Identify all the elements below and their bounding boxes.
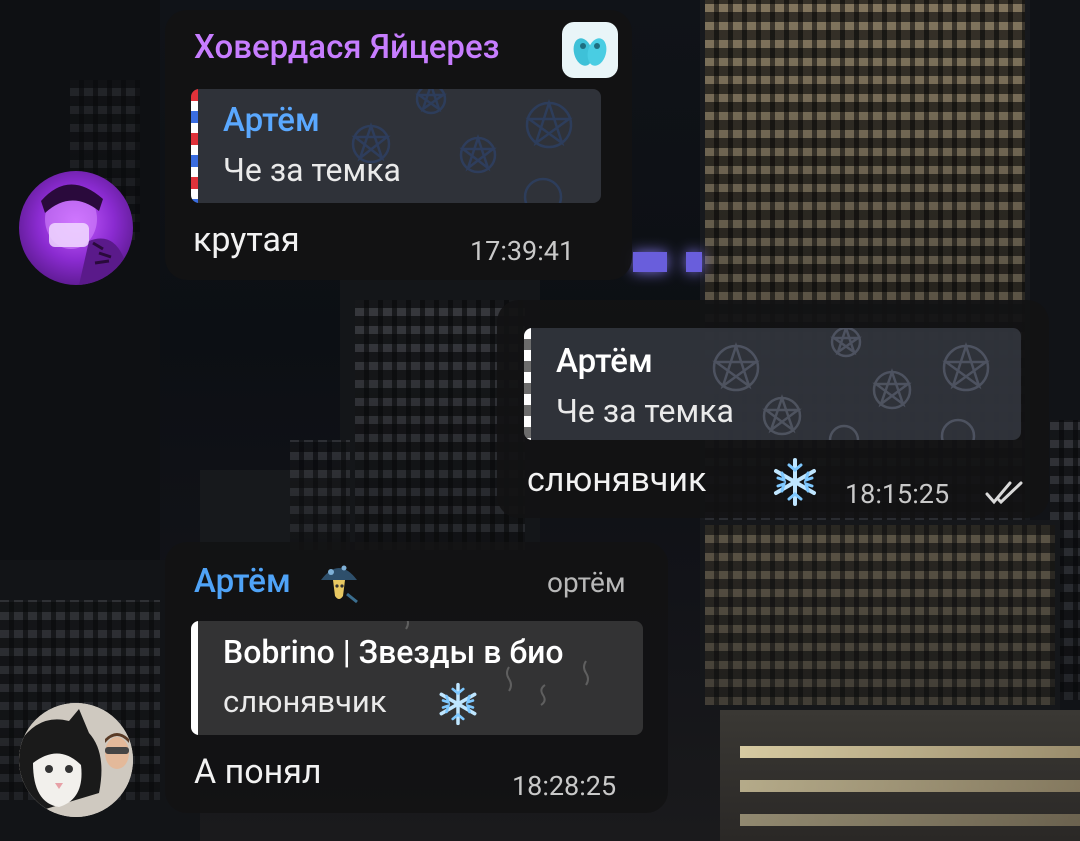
snowflake-emoji-icon xyxy=(435,681,481,727)
reply-author: Bobrino | Звезды в био xyxy=(223,633,564,671)
message-text: слюнявчик xyxy=(527,460,707,500)
reply-author: Артём xyxy=(223,101,320,140)
parking-deck xyxy=(720,710,1080,841)
message-bubble-outgoing[interactable]: Артём Че за темка слюнявчик 18:15:25 xyxy=(497,300,1049,518)
reply-text: Че за темка xyxy=(556,392,734,430)
avatar-purple-masked-person-icon xyxy=(41,184,125,285)
avatar[interactable] xyxy=(19,703,133,817)
reply-quote[interactable]: Артём Че за темка xyxy=(524,328,1021,440)
reply-text: Че за темка xyxy=(223,151,401,189)
reply-bar-striped xyxy=(524,328,531,440)
sender-name[interactable]: Артём xyxy=(194,562,291,601)
snowflake-emoji-icon xyxy=(769,456,821,508)
sender-name[interactable]: Ховердася Яйцерез xyxy=(194,28,500,67)
message-time: 17:39:41 xyxy=(470,235,575,267)
reply-bar-striped xyxy=(191,89,198,203)
message-bubble-incoming[interactable]: Артём ортём Bobrino | Звезды в био слюня… xyxy=(165,542,668,813)
double-check-icon xyxy=(984,478,1028,508)
reply-author: Артём xyxy=(556,342,653,381)
avatar[interactable] xyxy=(19,171,133,285)
mushroom-emoji-icon xyxy=(317,558,361,606)
neon-sign xyxy=(633,252,667,272)
avatar-cat-and-boy-icon xyxy=(19,703,133,817)
slippers-emoji-icon xyxy=(562,22,618,78)
message-time: 18:15:25 xyxy=(845,478,950,510)
reply-quote[interactable]: Bobrino | Звезды в био слюнявчик xyxy=(191,621,643,735)
message-text: крутая xyxy=(193,220,300,260)
reply-text: слюнявчик xyxy=(223,683,387,720)
message-bubble-incoming[interactable]: Ховердася Яйцерез Артём Че за темка крут… xyxy=(165,10,632,280)
admin-title: ортём xyxy=(547,566,626,599)
reply-quote[interactable]: Артём Че за темка xyxy=(191,89,601,203)
message-text: А понял xyxy=(194,752,322,792)
reply-bar xyxy=(191,621,198,735)
message-time: 18:28:25 xyxy=(512,770,617,802)
